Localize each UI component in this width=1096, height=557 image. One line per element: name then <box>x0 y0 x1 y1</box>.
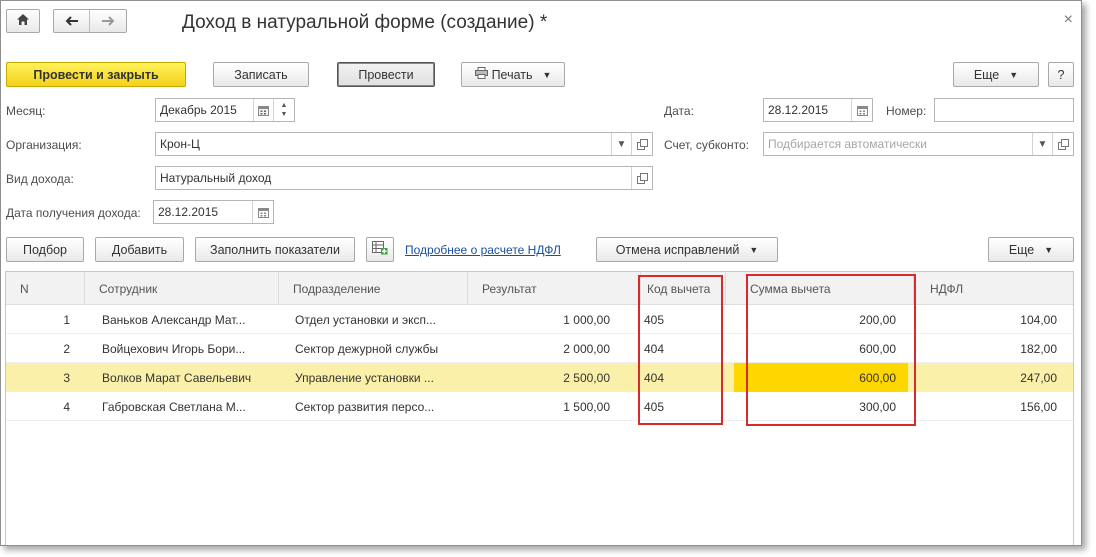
month-label: Месяц: <box>6 104 46 118</box>
number-field[interactable] <box>934 98 1074 122</box>
fill-indicators-button[interactable]: Заполнить показатели <box>195 237 355 262</box>
post-button[interactable]: Провести <box>337 62 435 87</box>
calendar-icon[interactable] <box>252 201 273 223</box>
income-type-label: Вид дохода: <box>6 172 74 186</box>
open-icon[interactable] <box>631 133 652 155</box>
chevron-down-icon: ▼ <box>542 69 552 80</box>
calendar-icon[interactable] <box>253 99 273 121</box>
receive-date-value: 28.12.2015 <box>158 205 219 219</box>
cell-employee: Войцехович Игорь Бори... <box>102 341 246 356</box>
account-field[interactable]: Подбирается автоматически ▼ <box>763 132 1074 156</box>
table-more-label: Еще <box>1008 242 1035 257</box>
column-header-result[interactable]: Результат <box>468 272 641 305</box>
table-add-icon <box>372 241 388 258</box>
cell-department: Сектор развития персо... <box>295 399 435 414</box>
printer-icon <box>474 67 488 82</box>
pick-button[interactable]: Подбор <box>6 237 84 262</box>
more-button[interactable]: Еще ▼ <box>953 62 1039 87</box>
cancel-corrections-button[interactable]: Отмена исправлений ▼ <box>596 237 778 262</box>
cell-n: 1 <box>63 312 70 327</box>
cell-ndfl: 156,00 <box>1020 399 1057 414</box>
cell-ndfl: 104,00 <box>1020 312 1057 327</box>
receive-date-label: Дата получения дохода: <box>6 206 141 220</box>
cell-n: 4 <box>63 399 70 414</box>
annotation-box-deduction-amount <box>746 274 916 426</box>
column-header-department[interactable]: Подразделение <box>279 272 468 305</box>
organization-label: Организация: <box>6 138 82 152</box>
print-button[interactable]: Печать ▼ <box>461 62 565 87</box>
table-more-button[interactable]: Еще ▼ <box>988 237 1074 262</box>
open-icon[interactable] <box>1052 133 1073 155</box>
close-icon[interactable]: × <box>1064 11 1073 29</box>
cell-employee: Волков Марат Савельевич <box>102 370 252 385</box>
column-header-ndfl[interactable]: НДФЛ <box>914 272 1075 305</box>
ndfl-details-link[interactable]: Подробнее о расчете НДФЛ <box>405 243 561 257</box>
number-label: Номер: <box>886 104 927 118</box>
page-title: Доход в натуральной форме (создание) * <box>182 12 548 33</box>
chevron-down-icon: ▼ <box>1009 69 1019 80</box>
cell-n: 2 <box>63 341 70 356</box>
cell-ndfl: 182,00 <box>1020 341 1057 356</box>
month-field[interactable]: Декабрь 2015 ▲ ▼ <box>155 98 295 122</box>
organization-field[interactable]: Крон-Ц ▼ <box>155 132 653 156</box>
cell-n: 3 <box>63 370 70 385</box>
home-icon <box>16 13 30 29</box>
account-label: Счет, субконто: <box>664 138 749 152</box>
date-value: 28.12.2015 <box>768 103 829 117</box>
cell-department: Управление установки ... <box>295 370 434 385</box>
navigation-group <box>53 9 127 33</box>
column-header-n[interactable]: N <box>6 272 85 305</box>
month-value: Декабрь 2015 <box>160 103 237 117</box>
add-row-button[interactable] <box>366 237 394 262</box>
income-type-field[interactable]: Натуральный доход <box>155 166 653 190</box>
cell-department: Сектор дежурной службы <box>295 341 439 356</box>
cell-result: 2 000,00 <box>563 341 610 356</box>
add-button[interactable]: Добавить <box>95 237 184 262</box>
calendar-icon[interactable] <box>851 99 872 121</box>
account-placeholder: Подбирается автоматически <box>768 137 927 151</box>
save-button[interactable]: Записать <box>213 62 309 87</box>
cell-result: 2 500,00 <box>563 370 610 385</box>
chevron-down-icon[interactable]: ▼ <box>611 133 631 155</box>
form-window: Доход в натуральной форме (создание) * ×… <box>0 0 1082 546</box>
receive-date-field[interactable]: 28.12.2015 <box>153 200 274 224</box>
cell-ndfl: 247,00 <box>1020 370 1057 385</box>
post-and-close-button[interactable]: Провести и закрыть <box>6 62 186 87</box>
home-button[interactable] <box>6 9 40 33</box>
column-header-employee[interactable]: Сотрудник <box>85 272 279 305</box>
income-type-value: Натуральный доход <box>160 171 272 185</box>
date-field[interactable]: 28.12.2015 <box>763 98 873 122</box>
more-label: Еще <box>973 67 1000 82</box>
forward-icon[interactable] <box>90 10 126 32</box>
annotation-box-deduction-code <box>638 275 723 425</box>
cell-employee: Ваньков Александр Мат... <box>102 312 246 327</box>
print-label: Печать <box>491 67 533 82</box>
chevron-down-icon: ▼ <box>749 244 759 255</box>
cancel-corrections-label: Отмена исправлений <box>615 242 740 257</box>
cell-department: Отдел установки и эксп... <box>295 312 436 327</box>
chevron-down-icon[interactable]: ▼ <box>281 110 288 119</box>
chevron-down-icon[interactable]: ▼ <box>1032 133 1052 155</box>
chevron-up-icon[interactable]: ▲ <box>281 101 288 110</box>
chevron-down-icon: ▼ <box>1044 244 1054 255</box>
open-icon[interactable] <box>631 167 652 189</box>
month-stepper[interactable]: ▲ ▼ <box>273 99 294 121</box>
cell-employee: Габровская Светлана М... <box>102 399 246 414</box>
date-label: Дата: <box>664 104 694 118</box>
help-button[interactable]: ? <box>1048 62 1074 87</box>
cell-result: 1 500,00 <box>563 399 610 414</box>
back-icon[interactable] <box>54 10 90 32</box>
cell-result: 1 000,00 <box>563 312 610 327</box>
organization-value: Крон-Ц <box>160 137 200 151</box>
